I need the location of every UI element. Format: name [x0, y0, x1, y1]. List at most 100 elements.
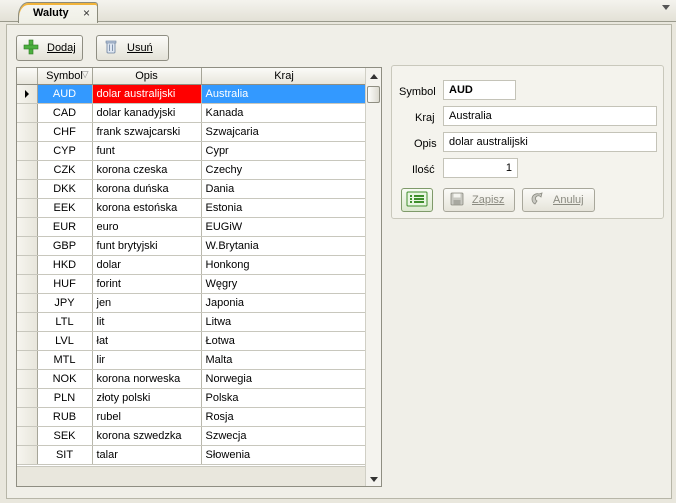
cell-kraj[interactable]: Węgry — [201, 274, 368, 294]
table-row[interactable]: DKK korona duńska Dania — [17, 179, 368, 199]
menu-dropdown-icon[interactable] — [662, 5, 670, 10]
row-indicator[interactable] — [17, 312, 38, 332]
table-row[interactable]: GBP funt brytyjski W.Brytania — [17, 236, 368, 256]
table-row[interactable]: CAD dolar kanadyjski Kanada — [17, 103, 368, 123]
cell-opis[interactable]: lir — [92, 350, 202, 370]
cell-symbol[interactable]: CZK — [37, 160, 93, 180]
scroll-thumb[interactable] — [367, 86, 380, 103]
row-indicator[interactable] — [17, 217, 38, 237]
row-indicator[interactable] — [17, 160, 38, 180]
cell-opis[interactable]: frank szwajcarski — [92, 122, 202, 142]
table-row[interactable]: CHF frank szwajcarski Szwajcaria — [17, 122, 368, 142]
table-row[interactable]: AUD dolar australijski Australia — [17, 84, 368, 104]
cell-kraj[interactable]: Szwajcaria — [201, 122, 368, 142]
cell-symbol[interactable]: LTL — [37, 312, 93, 332]
row-indicator[interactable] — [17, 293, 38, 313]
cell-kraj[interactable]: Norwegia — [201, 369, 368, 389]
cell-opis[interactable]: funt — [92, 141, 202, 161]
symbol-field[interactable]: AUD — [443, 80, 516, 100]
cell-symbol[interactable]: CHF — [37, 122, 93, 142]
cell-symbol[interactable]: EEK — [37, 198, 93, 218]
row-indicator[interactable] — [17, 122, 38, 142]
cell-symbol[interactable]: SEK — [37, 426, 93, 446]
table-row[interactable]: CZK korona czeska Czechy — [17, 160, 368, 180]
cell-kraj[interactable]: Szwecja — [201, 426, 368, 446]
cell-kraj[interactable]: Czechy — [201, 160, 368, 180]
cell-opis[interactable]: talar — [92, 445, 202, 465]
cell-kraj[interactable]: EUGiW — [201, 217, 368, 237]
cell-opis[interactable]: funt brytyjski — [92, 236, 202, 256]
cell-kraj[interactable]: Rosja — [201, 407, 368, 427]
table-row[interactable]: MTL lir Malta — [17, 350, 368, 370]
cell-opis[interactable]: dolar kanadyjski — [92, 103, 202, 123]
save-button[interactable]: Zapisz — [443, 188, 515, 212]
row-indicator[interactable] — [17, 236, 38, 256]
add-button[interactable]: Dodaj — [16, 35, 83, 61]
row-indicator[interactable] — [17, 255, 38, 275]
header-opis[interactable]: Opis — [92, 68, 202, 85]
row-indicator[interactable] — [17, 426, 38, 446]
row-indicator[interactable] — [17, 103, 38, 123]
cell-symbol[interactable]: PLN — [37, 388, 93, 408]
row-indicator[interactable] — [17, 407, 38, 427]
ilosc-field[interactable]: 1 — [443, 158, 518, 178]
cell-opis[interactable]: złoty polski — [92, 388, 202, 408]
row-indicator[interactable] — [17, 350, 38, 370]
cell-symbol[interactable]: LVL — [37, 331, 93, 351]
list-view-button[interactable] — [401, 188, 433, 212]
table-row[interactable]: JPY jen Japonia — [17, 293, 368, 313]
vertical-scrollbar[interactable] — [365, 68, 381, 486]
cell-opis[interactable]: lit — [92, 312, 202, 332]
cell-opis[interactable]: korona estońska — [92, 198, 202, 218]
kraj-field[interactable]: Australia — [443, 106, 657, 126]
row-indicator[interactable] — [17, 388, 38, 408]
table-row[interactable]: PLN złoty polski Polska — [17, 388, 368, 408]
table-row[interactable]: HUF forint Węgry — [17, 274, 368, 294]
cell-opis[interactable]: jen — [92, 293, 202, 313]
row-indicator[interactable] — [17, 331, 38, 351]
table-row[interactable]: NOK korona norweska Norwegia — [17, 369, 368, 389]
cell-kraj[interactable]: Słowenia — [201, 445, 368, 465]
cell-opis[interactable]: forint — [92, 274, 202, 294]
cell-kraj[interactable]: Łotwa — [201, 331, 368, 351]
table-row[interactable]: SEK korona szwedzka Szwecja — [17, 426, 368, 446]
cell-kraj[interactable]: W.Brytania — [201, 236, 368, 256]
cell-opis[interactable]: euro — [92, 217, 202, 237]
scroll-up-icon[interactable] — [370, 74, 378, 79]
cancel-button[interactable]: Anuluj — [522, 188, 595, 212]
header-symbol[interactable]: Symbol ▽ — [37, 68, 93, 85]
row-indicator[interactable] — [17, 179, 38, 199]
cell-opis[interactable]: korona szwedzka — [92, 426, 202, 446]
cell-opis[interactable]: korona duńska — [92, 179, 202, 199]
table-row[interactable]: CYP funt Cypr — [17, 141, 368, 161]
cell-opis[interactable]: dolar — [92, 255, 202, 275]
table-row[interactable]: EEK korona estońska Estonia — [17, 198, 368, 218]
cell-kraj[interactable]: Honkong — [201, 255, 368, 275]
cell-kraj[interactable]: Japonia — [201, 293, 368, 313]
row-indicator[interactable] — [17, 141, 38, 161]
cell-opis[interactable]: dolar australijski — [92, 84, 202, 104]
cell-kraj[interactable]: Malta — [201, 350, 368, 370]
cell-symbol[interactable]: CYP — [37, 141, 93, 161]
cell-symbol[interactable]: RUB — [37, 407, 93, 427]
cell-symbol[interactable]: HUF — [37, 274, 93, 294]
row-indicator[interactable] — [17, 445, 38, 465]
cell-symbol[interactable]: CAD — [37, 103, 93, 123]
table-row[interactable]: LTL lit Litwa — [17, 312, 368, 332]
cell-kraj[interactable]: Kanada — [201, 103, 368, 123]
close-icon[interactable]: × — [83, 6, 90, 20]
cell-symbol[interactable]: GBP — [37, 236, 93, 256]
cell-kraj[interactable]: Australia — [201, 84, 368, 104]
cell-symbol[interactable]: NOK — [37, 369, 93, 389]
table-row[interactable]: HKD dolar Honkong — [17, 255, 368, 275]
table-row[interactable]: SIT talar Słowenia — [17, 445, 368, 465]
cell-opis[interactable]: korona czeska — [92, 160, 202, 180]
cell-symbol[interactable]: HKD — [37, 255, 93, 275]
cell-opis[interactable]: rubel — [92, 407, 202, 427]
cell-symbol[interactable]: SIT — [37, 445, 93, 465]
cell-kraj[interactable]: Dania — [201, 179, 368, 199]
cell-kraj[interactable]: Litwa — [201, 312, 368, 332]
cell-kraj[interactable]: Polska — [201, 388, 368, 408]
table-row[interactable]: EUR euro EUGiW — [17, 217, 368, 237]
row-indicator[interactable] — [17, 198, 38, 218]
